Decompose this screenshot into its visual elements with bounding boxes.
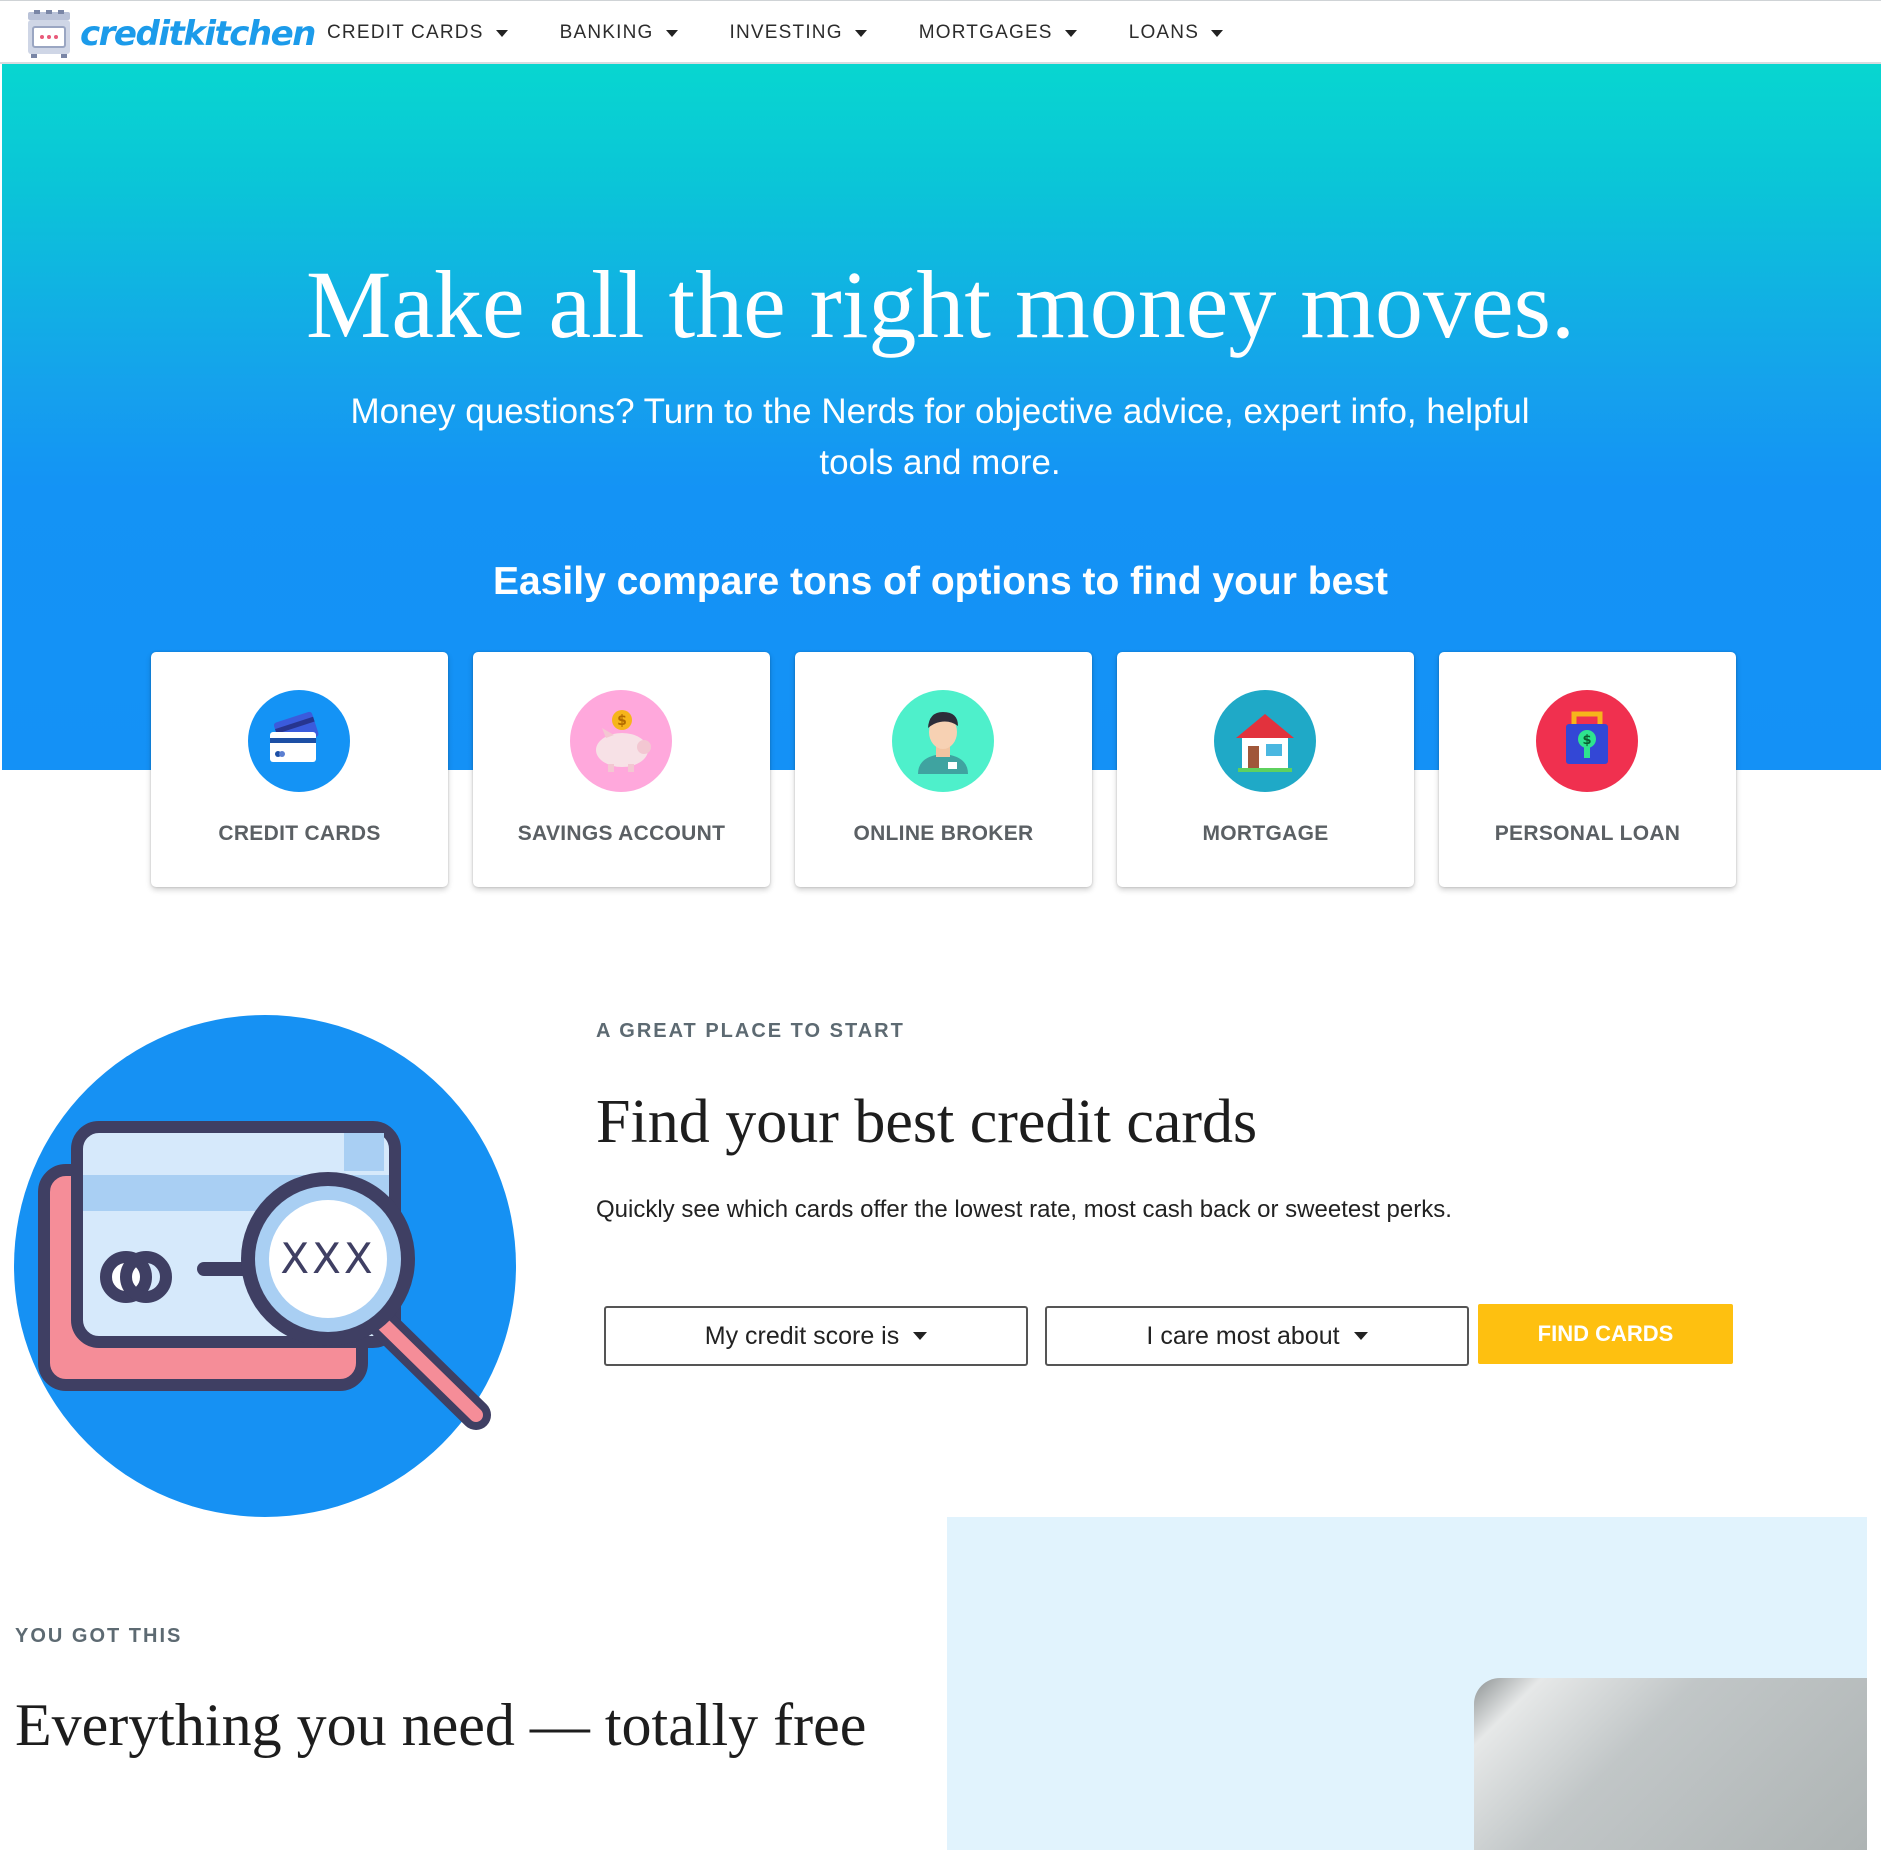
logo-text: creditkitchen	[80, 14, 316, 54]
hero-title: Make all the right money moves.	[305, 251, 1576, 358]
option-label: ONLINE BROKER	[853, 822, 1034, 845]
caret-down-icon	[1064, 29, 1077, 37]
hero-subtitle: Money questions? Turn to the Nerds for o…	[350, 392, 1530, 482]
piggy-bank-icon: $	[570, 690, 672, 792]
house-icon	[1214, 690, 1316, 792]
broker-person-icon	[892, 690, 994, 792]
credit-cards-icon	[248, 690, 350, 792]
select-value: My credit score is	[704, 1321, 900, 1350]
caret-down-icon	[665, 29, 678, 37]
nav-banking[interactable]: BANKING	[560, 22, 678, 44]
nav-label: INVESTING	[729, 22, 843, 43]
option-label: PERSONAL LOAN	[1494, 822, 1681, 845]
bottom-eyebrow: YOU GOT THIS	[15, 1625, 183, 1647]
priority-select[interactable]: I care most about	[1045, 1306, 1469, 1366]
nav-loans[interactable]: LOANS	[1128, 22, 1224, 44]
promo-card-image	[1474, 1678, 1867, 1850]
credit-card-search-illustration: XXX	[14, 1015, 516, 1517]
compare-heading: Easily compare tons of options to find y…	[493, 560, 1388, 603]
stove-logo-icon	[28, 10, 70, 58]
nav-label: LOANS	[1128, 22, 1200, 43]
find-cards-description: Quickly see which cards offer the lowest…	[596, 1196, 1452, 1223]
option-card-credit-cards[interactable]: CREDIT CARDS	[151, 652, 448, 887]
option-card-mortgage[interactable]: MORTGAGE	[1117, 652, 1414, 887]
find-cards-eyebrow: A GREAT PLACE TO START	[596, 1020, 905, 1042]
option-card-savings-account[interactable]: $ SAVINGS ACCOUNT	[473, 652, 770, 887]
find-cards-title: Find your best credit cards	[596, 1088, 1258, 1156]
nav-mortgages[interactable]: MORTGAGES	[919, 22, 1077, 44]
select-value: I care most about	[1146, 1321, 1340, 1350]
option-label: SAVINGS ACCOUNT	[517, 822, 726, 845]
caret-down-icon	[495, 29, 508, 37]
option-label: MORTGAGE	[1202, 822, 1329, 845]
svg-text:$: $	[1582, 733, 1591, 748]
nav-label: BANKING	[559, 22, 654, 43]
caret-down-icon	[1353, 1332, 1368, 1340]
site-logo[interactable]: creditkitchen	[24, 9, 316, 59]
svg-text:$: $	[617, 713, 627, 729]
illustration-text: XXX	[280, 1234, 375, 1283]
caret-down-icon	[1211, 29, 1224, 37]
credit-score-select[interactable]: My credit score is	[604, 1306, 1028, 1366]
option-card-online-broker[interactable]: ONLINE BROKER	[795, 652, 1092, 887]
option-card-personal-loan[interactable]: $ PERSONAL LOAN	[1439, 652, 1736, 887]
nav-investing[interactable]: INVESTING	[730, 22, 867, 44]
caret-down-icon	[913, 1332, 928, 1340]
nav-credit-cards[interactable]: CREDIT CARDS	[327, 22, 508, 44]
caret-down-icon	[854, 29, 867, 37]
nav-label: MORTGAGES	[918, 22, 1053, 43]
nav-label: CREDIT CARDS	[327, 22, 484, 43]
option-label: CREDIT CARDS	[218, 822, 381, 845]
money-bag-icon: $	[1536, 690, 1638, 792]
find-cards-button[interactable]: FIND CARDS	[1478, 1304, 1733, 1364]
bottom-title: Everything you need — totally free	[15, 1692, 867, 1758]
top-navbar: creditkitchen CREDIT CARDS BANKING INVES…	[0, 0, 1881, 64]
main-nav: CREDIT CARDS BANKING INVESTING MORTGAGES…	[327, 1, 1275, 65]
